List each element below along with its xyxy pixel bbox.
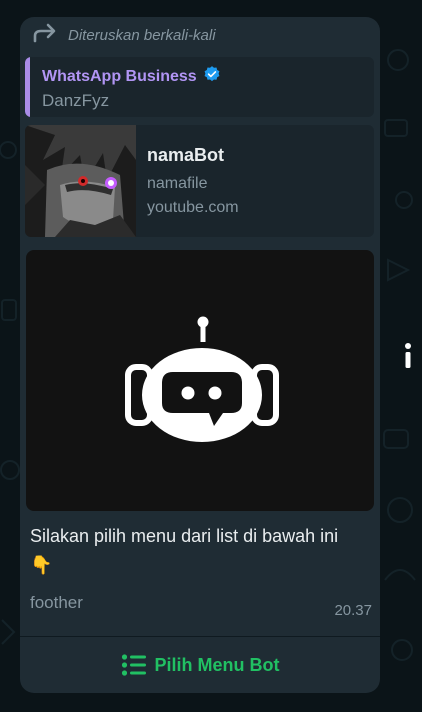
robot-icon <box>125 316 279 442</box>
quote-accent-bar <box>25 57 30 117</box>
message-caption: Silakan pilih menu dari list di bawah in… <box>30 523 370 579</box>
verified-badge-icon <box>203 65 221 88</box>
link-title: namaBot <box>147 145 225 165</box>
message-timestamp: 20.37 <box>334 602 372 619</box>
link-thumbnail <box>25 125 136 237</box>
forward-arrow-icon <box>32 23 58 48</box>
link-preview[interactable]: namaBot namafile youtube.com <box>25 125 374 237</box>
media-image[interactable] <box>26 250 374 511</box>
forwarded-header: Diteruskan berkali-kali <box>32 23 216 47</box>
message-footer: foother <box>30 593 83 612</box>
link-domain: youtube.com <box>147 199 239 216</box>
menu-button-label: Pilih Menu Bot <box>154 654 280 675</box>
quote-sender: WhatsApp Business <box>42 65 221 88</box>
link-description: namafile <box>147 175 208 192</box>
quote-text: DanzFyz <box>42 91 110 110</box>
forwarded-label: Diteruskan berkali-kali <box>68 26 216 44</box>
info-icon[interactable] <box>400 341 416 371</box>
pointing-down-emoji: 👇 <box>30 555 53 575</box>
caption-text: Silakan pilih menu dari list di bawah in… <box>30 526 339 546</box>
quote-sender-name: WhatsApp Business <box>42 67 197 85</box>
quoted-message[interactable]: WhatsApp Business DanzFyz <box>25 57 374 117</box>
list-icon <box>121 653 147 677</box>
message-bubble: Diteruskan berkali-kali WhatsApp Busines… <box>20 17 380 693</box>
menu-list-button[interactable]: Pilih Menu Bot <box>20 637 380 693</box>
